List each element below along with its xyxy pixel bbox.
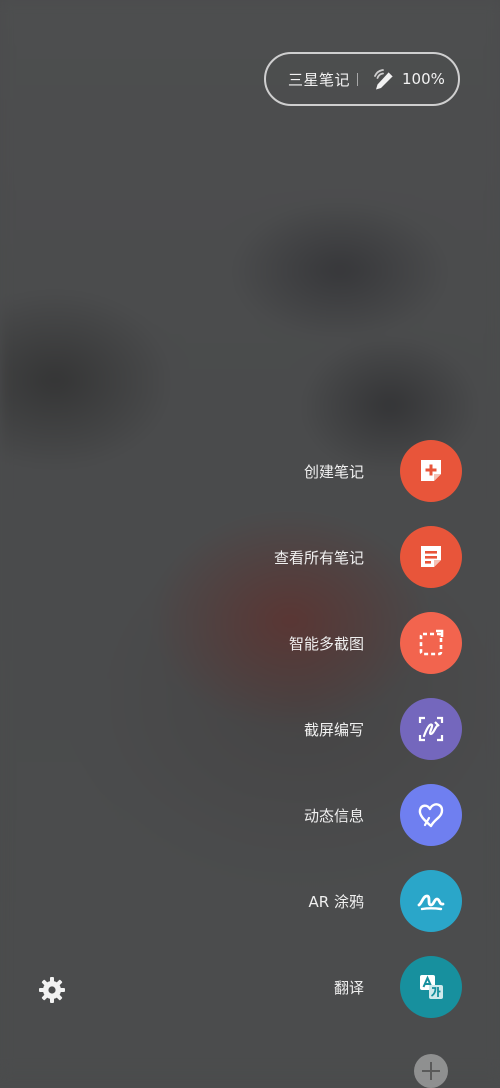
battery-level: 100% bbox=[402, 70, 445, 88]
menu-item-smart-select[interactable]: 智能多截图 bbox=[289, 612, 462, 674]
live-message-button[interactable] bbox=[400, 784, 462, 846]
ar-doodle-icon bbox=[417, 894, 445, 911]
smart-select-button[interactable] bbox=[400, 612, 462, 674]
menu-item-create-note[interactable]: 创建笔记 bbox=[304, 440, 462, 502]
create-note-icon bbox=[421, 460, 441, 481]
menu-label: 智能多截图 bbox=[288, 634, 364, 653]
menu-label: 截屏编写 bbox=[303, 720, 364, 739]
menu-label: 翻译 bbox=[333, 978, 364, 997]
app-name: 三星笔记 bbox=[288, 70, 351, 89]
s-pen-status-pill[interactable]: 三星笔记 100% bbox=[264, 52, 460, 106]
menu-item-translate[interactable]: 翻译 bbox=[334, 956, 462, 1018]
plus-icon[interactable] bbox=[414, 1054, 448, 1088]
menu-label: 查看所有笔记 bbox=[273, 548, 364, 567]
translate-icon bbox=[420, 975, 443, 999]
live-message-icon bbox=[418, 803, 444, 828]
view-notes-icon bbox=[421, 546, 441, 567]
menu-label: 动态信息 bbox=[303, 806, 364, 825]
divider bbox=[357, 73, 358, 86]
gear-icon[interactable] bbox=[38, 976, 66, 1004]
create-note-button[interactable] bbox=[400, 440, 462, 502]
translate-button[interactable] bbox=[400, 956, 462, 1018]
menu-item-screen-write[interactable]: 截屏编写 bbox=[304, 698, 462, 760]
menu-item-view-all-notes[interactable]: 查看所有笔记 bbox=[274, 526, 462, 588]
s-pen-signal-icon bbox=[374, 69, 394, 90]
menu-item-ar-doodle[interactable]: AR 涂鸦 bbox=[309, 870, 462, 932]
screen-write-icon bbox=[418, 716, 444, 742]
smart-select-icon bbox=[419, 629, 444, 656]
ar-doodle-button[interactable] bbox=[400, 870, 462, 932]
menu-label: 创建笔记 bbox=[303, 462, 364, 481]
menu-item-live-message[interactable]: 动态信息 bbox=[304, 784, 462, 846]
menu-label: AR 涂鸦 bbox=[308, 892, 364, 911]
view-notes-button[interactable] bbox=[400, 526, 462, 588]
screen-write-button[interactable] bbox=[400, 698, 462, 760]
